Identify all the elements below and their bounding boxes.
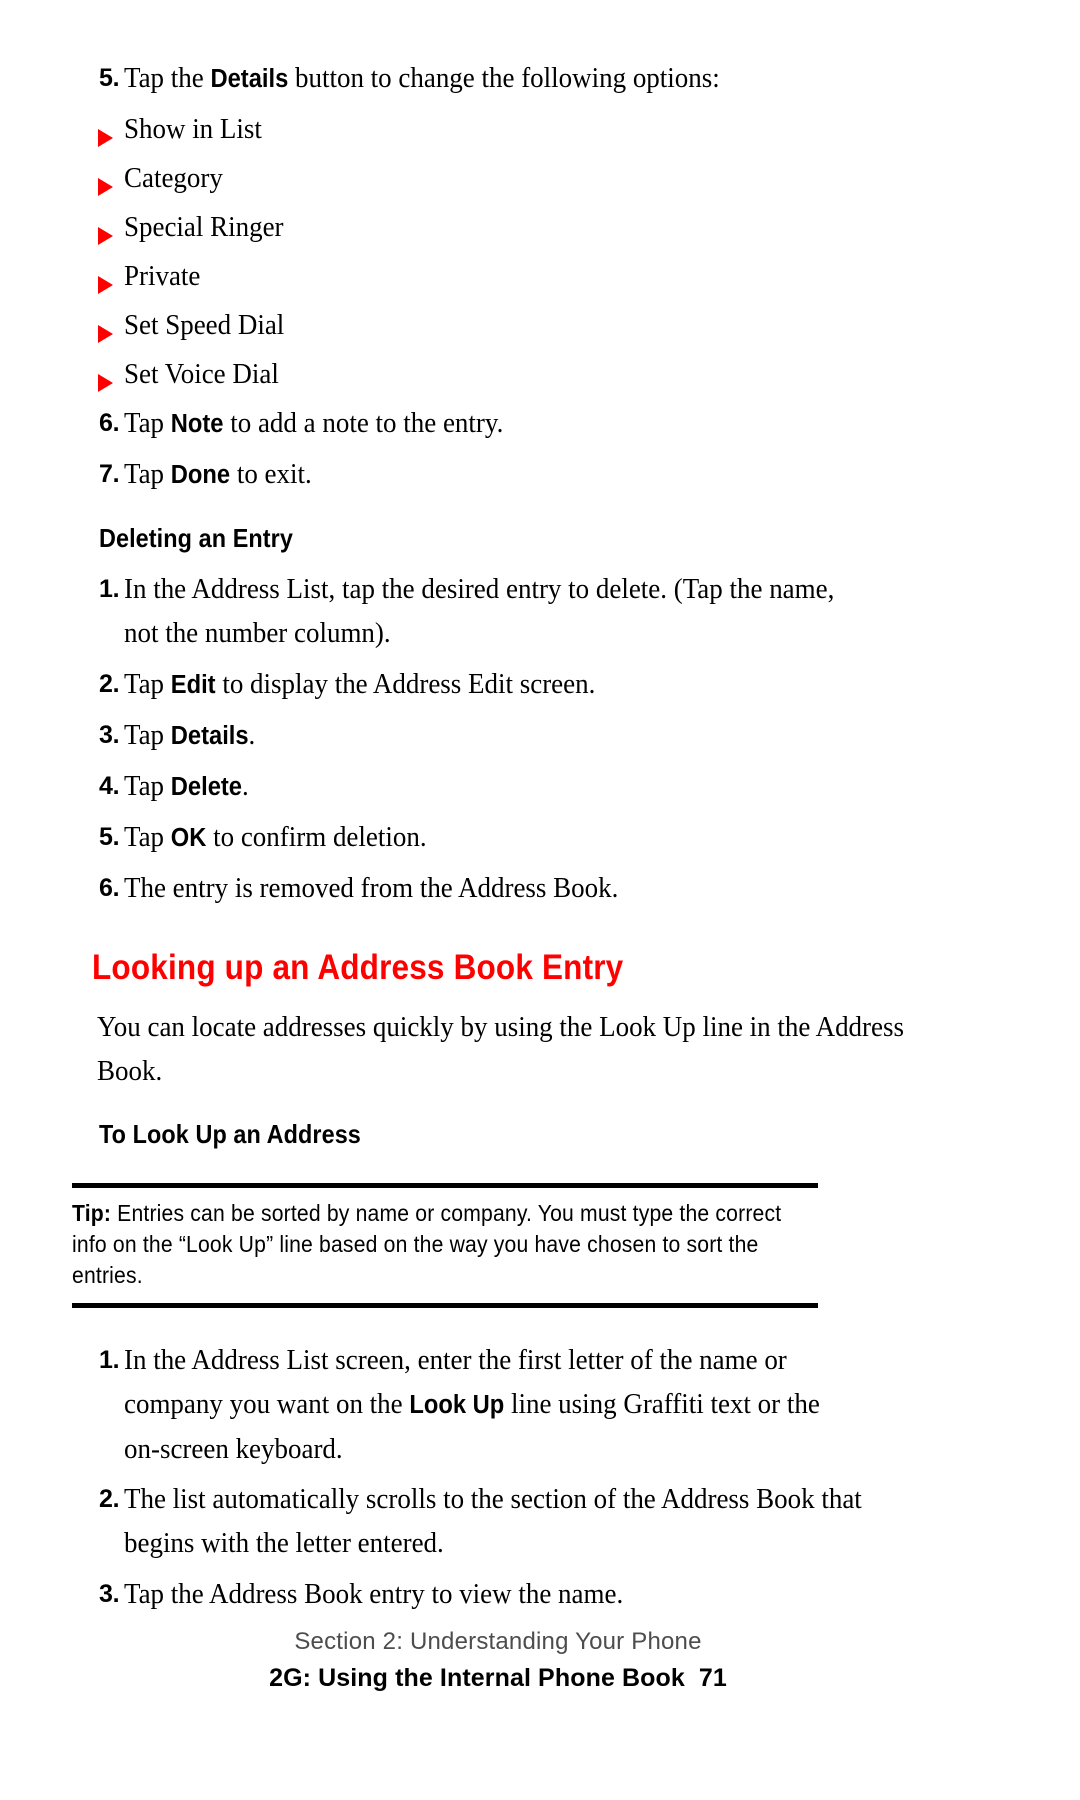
page-footer: Section 2: Understanding Your Phone 2G: … bbox=[78, 1625, 918, 1697]
list-item: Set Speed Dial bbox=[78, 303, 918, 347]
step-text-bold: Look Up bbox=[409, 1391, 505, 1419]
step-text: Tap Details. bbox=[124, 713, 862, 758]
step-number: 1. bbox=[99, 1346, 120, 1374]
step-text: In the Address List screen, enter the fi… bbox=[124, 1338, 862, 1471]
step-text-pre: The list automatically scrolls to the se… bbox=[124, 1483, 862, 1559]
list-item: Private bbox=[78, 254, 918, 298]
step-text-bold: Delete bbox=[170, 773, 242, 801]
tip-body: Entries can be sorted by name or company… bbox=[72, 1200, 782, 1288]
numbered-step: 1. In the Address List screen, enter the… bbox=[78, 1338, 918, 1471]
triangle-bullet-icon bbox=[78, 352, 124, 396]
tip-box: Tip: Entries can be sorted by name or co… bbox=[72, 1183, 818, 1308]
triangle-bullet-icon bbox=[78, 205, 124, 249]
step-text: Tap Note to add a note to the entry. bbox=[124, 401, 862, 446]
numbered-step: 2. Tap Edit to display the Address Edit … bbox=[78, 662, 918, 707]
step-text-pre: Tap bbox=[124, 719, 171, 751]
document-page: 5. Tap the Details button to change the … bbox=[0, 0, 1080, 1800]
step-number: 6. bbox=[99, 874, 120, 902]
tip-label: Tip: bbox=[72, 1200, 112, 1226]
step-number: 3. bbox=[99, 721, 120, 749]
numbered-step: 6. The entry is removed from the Address… bbox=[78, 866, 918, 911]
step-text: Tap Delete. bbox=[124, 764, 862, 809]
step-text-pre: In the Address List, tap the desired ent… bbox=[124, 573, 835, 649]
numbered-step: 1. In the Address List, tap the desired … bbox=[78, 567, 918, 656]
list-item-label: Set Speed Dial bbox=[124, 309, 285, 341]
numbered-step: 6. Tap Note to add a note to the entry. bbox=[78, 401, 918, 446]
step-text: The list automatically scrolls to the se… bbox=[124, 1477, 862, 1566]
numbered-step: 5. Tap OK to confirm deletion. bbox=[78, 815, 918, 860]
step-text-bold: Done bbox=[170, 461, 231, 489]
step-number: 2. bbox=[99, 670, 120, 698]
subsection-heading-to-look-up: To Look Up an Address bbox=[99, 1119, 361, 1149]
step-text-post: to exit. bbox=[230, 458, 312, 490]
step-number: 5. bbox=[99, 823, 120, 851]
step-text: The entry is removed from the Address Bo… bbox=[124, 866, 862, 911]
step-text-pre: Tap bbox=[124, 668, 171, 700]
section-heading-looking-up: Looking up an Address Book Entry bbox=[92, 948, 624, 987]
step-text: Tap OK to confirm deletion. bbox=[124, 815, 862, 860]
step-text-post: to confirm deletion. bbox=[206, 821, 427, 853]
page-content: 5. Tap the Details button to change the … bbox=[72, 56, 918, 1623]
numbered-step: 4. Tap Delete. bbox=[78, 764, 918, 809]
list-item: Category bbox=[78, 156, 918, 200]
step-text-pre: The entry is removed from the Address Bo… bbox=[124, 872, 619, 904]
step-text-pre: Tap the bbox=[124, 62, 211, 94]
step-number: 4. bbox=[99, 772, 120, 800]
step-number: 6. bbox=[99, 409, 120, 437]
step-text-bold: Edit bbox=[170, 671, 216, 699]
numbered-step: 3. Tap the Address Book entry to view th… bbox=[78, 1572, 918, 1617]
list-item-label: Show in List bbox=[124, 113, 262, 145]
triangle-bullet-icon bbox=[78, 107, 124, 151]
step-text-pre: Tap bbox=[124, 407, 171, 439]
step-text-post: to add a note to the entry. bbox=[223, 407, 504, 439]
numbered-step: 7. Tap Done to exit. bbox=[78, 452, 918, 497]
list-item: Show in List bbox=[78, 107, 918, 151]
step-number: 5. bbox=[99, 64, 120, 92]
list-item-label: Special Ringer bbox=[124, 211, 284, 243]
step-text: Tap Done to exit. bbox=[124, 452, 862, 497]
footer-chapter-line: 2G: Using the Internal Phone Book 71 bbox=[78, 1659, 918, 1697]
step-text-pre: Tap bbox=[124, 821, 171, 853]
step-text-pre: Tap bbox=[124, 458, 171, 490]
step-number: 3. bbox=[99, 1580, 120, 1608]
list-item: Set Voice Dial bbox=[78, 352, 918, 396]
list-item-label: Category bbox=[124, 162, 223, 194]
step-text-post: . bbox=[248, 719, 256, 751]
step-text-pre: Tap the Address Book entry to view the n… bbox=[124, 1578, 624, 1610]
footer-page-number: 71 bbox=[698, 1664, 727, 1692]
tip-text: Tip: Entries can be sorted by name or co… bbox=[72, 1188, 817, 1291]
step-text-bold: Details bbox=[170, 722, 249, 750]
list-item-label: Private bbox=[124, 260, 201, 292]
numbered-step: 2. The list automatically scrolls to the… bbox=[78, 1477, 918, 1566]
section-intro-paragraph: You can locate addresses quickly by usin… bbox=[97, 1011, 904, 1087]
list-item: Special Ringer bbox=[78, 205, 918, 249]
numbered-step: 3. Tap Details. bbox=[78, 713, 918, 758]
step-text-bold: Note bbox=[170, 410, 224, 438]
list-item-label: Set Voice Dial bbox=[124, 358, 279, 390]
step-number: 1. bbox=[99, 575, 120, 603]
step-text-post: to display the Address Edit screen. bbox=[215, 668, 596, 700]
triangle-bullet-icon bbox=[78, 303, 124, 347]
triangle-bullet-icon bbox=[78, 156, 124, 200]
step-text-post: . bbox=[241, 770, 249, 802]
footer-chapter-text: 2G: Using the Internal Phone Book bbox=[269, 1664, 685, 1692]
step-text-bold: Details bbox=[210, 65, 289, 93]
step-text-pre: Tap bbox=[124, 770, 171, 802]
step-text: In the Address List, tap the desired ent… bbox=[124, 567, 862, 656]
numbered-step: 5. Tap the Details button to change the … bbox=[78, 56, 918, 101]
step-text-post: button to change the following options: bbox=[288, 62, 720, 94]
step-text: Tap the Address Book entry to view the n… bbox=[124, 1572, 862, 1617]
step-text-bold: OK bbox=[170, 824, 207, 852]
subsection-heading-deleting: Deleting an Entry bbox=[99, 523, 293, 553]
step-number: 2. bbox=[99, 1485, 120, 1513]
step-text: Tap Edit to display the Address Edit scr… bbox=[124, 662, 862, 707]
step-number: 7. bbox=[99, 460, 120, 488]
footer-section-line: Section 2: Understanding Your Phone bbox=[294, 1628, 702, 1655]
step-text: Tap the Details button to change the fol… bbox=[124, 56, 862, 101]
triangle-bullet-icon bbox=[78, 254, 124, 298]
